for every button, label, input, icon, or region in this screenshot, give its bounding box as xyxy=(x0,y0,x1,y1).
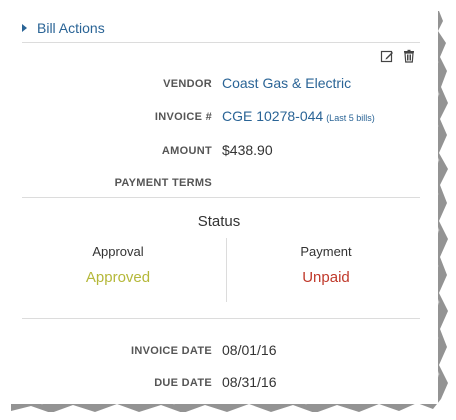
bill-actions-toggle[interactable]: Bill Actions xyxy=(22,17,105,39)
invoice-date-label: INVOICE DATE xyxy=(130,345,212,357)
caret-right-icon xyxy=(22,24,27,32)
invoice-date-row: INVOICE DATE 08/01/16 xyxy=(0,342,438,362)
approval-label: Approval xyxy=(92,244,144,259)
trash-icon[interactable] xyxy=(402,49,416,63)
vendor-label: VENDOR xyxy=(163,78,212,90)
bill-details-panel: Bill Actions VENDOR Coast Gas & Electric… xyxy=(0,0,456,420)
invoice-label: INVOICE # xyxy=(154,111,212,123)
invoice-row: INVOICE # CGE 10278-044 (Last 5 bills) xyxy=(0,108,438,128)
payment-status: Unpaid xyxy=(302,269,350,286)
due-date-label: DUE DATE xyxy=(154,377,212,389)
amount-label: AMOUNT xyxy=(161,145,212,157)
payment-terms-row: PAYMENT TERMS xyxy=(0,174,438,194)
due-date-row: DUE DATE 08/31/16 xyxy=(0,374,438,394)
last-bills-link[interactable]: (Last 5 bills) xyxy=(326,113,375,123)
vendor-row: VENDOR Coast Gas & Electric xyxy=(0,75,438,95)
invoice-date-value: 08/01/16 xyxy=(222,342,277,358)
invoice-value: CGE 10278-044 (Last 5 bills) xyxy=(222,108,375,124)
amount-value: $438.90 xyxy=(222,142,273,158)
bill-actions-label: Bill Actions xyxy=(37,20,105,36)
payment-terms-label: PAYMENT TERMS xyxy=(114,177,212,189)
due-date-value: 08/31/16 xyxy=(222,374,277,390)
status-divider-bottom xyxy=(22,318,420,319)
invoice-number-link[interactable]: CGE 10278-044 xyxy=(222,108,323,124)
amount-row: AMOUNT $438.90 xyxy=(0,142,438,162)
payment-label: Payment xyxy=(300,244,352,259)
bill-card: Bill Actions VENDOR Coast Gas & Electric… xyxy=(0,0,438,404)
payment-column: Payment Unpaid xyxy=(226,244,426,286)
action-icons xyxy=(380,49,416,63)
details-divider xyxy=(22,197,420,198)
approval-column: Approval Approved xyxy=(18,244,218,286)
header-divider xyxy=(22,42,420,43)
status-title: Status xyxy=(197,213,241,230)
edit-icon[interactable] xyxy=(380,49,394,63)
approval-status: Approved xyxy=(85,269,151,286)
vendor-link[interactable]: Coast Gas & Electric xyxy=(222,75,351,91)
